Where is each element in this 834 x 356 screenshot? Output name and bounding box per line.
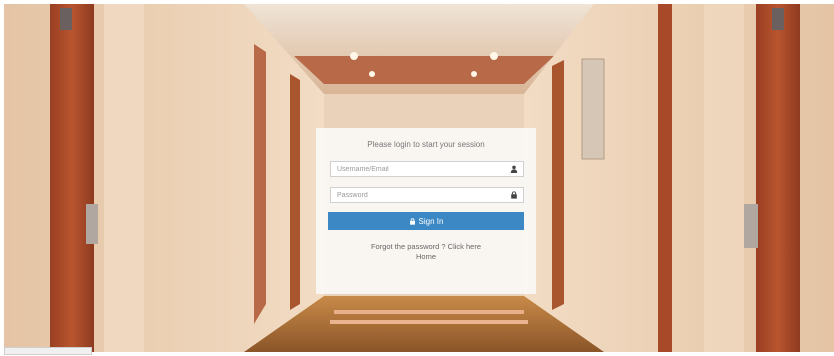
browser-status-bar: [4, 347, 92, 355]
lock-icon: [511, 191, 517, 199]
sign-in-label: Sign In: [418, 216, 444, 226]
background-hallway-image: Please login to start your session Sign …: [4, 4, 834, 352]
forgot-password-link[interactable]: Forgot the password ? Click here: [316, 242, 536, 252]
lock-icon: [409, 217, 415, 225]
password-input[interactable]: [331, 188, 513, 202]
password-field-wrapper: [330, 187, 524, 203]
username-input[interactable]: [331, 162, 513, 176]
user-icon: [510, 165, 518, 173]
sign-in-button[interactable]: Sign In: [328, 212, 524, 230]
home-link[interactable]: Home: [316, 252, 536, 261]
login-panel: Please login to start your session Sign …: [316, 128, 536, 294]
username-field-wrapper: [330, 161, 524, 177]
login-message: Please login to start your session: [367, 140, 485, 149]
